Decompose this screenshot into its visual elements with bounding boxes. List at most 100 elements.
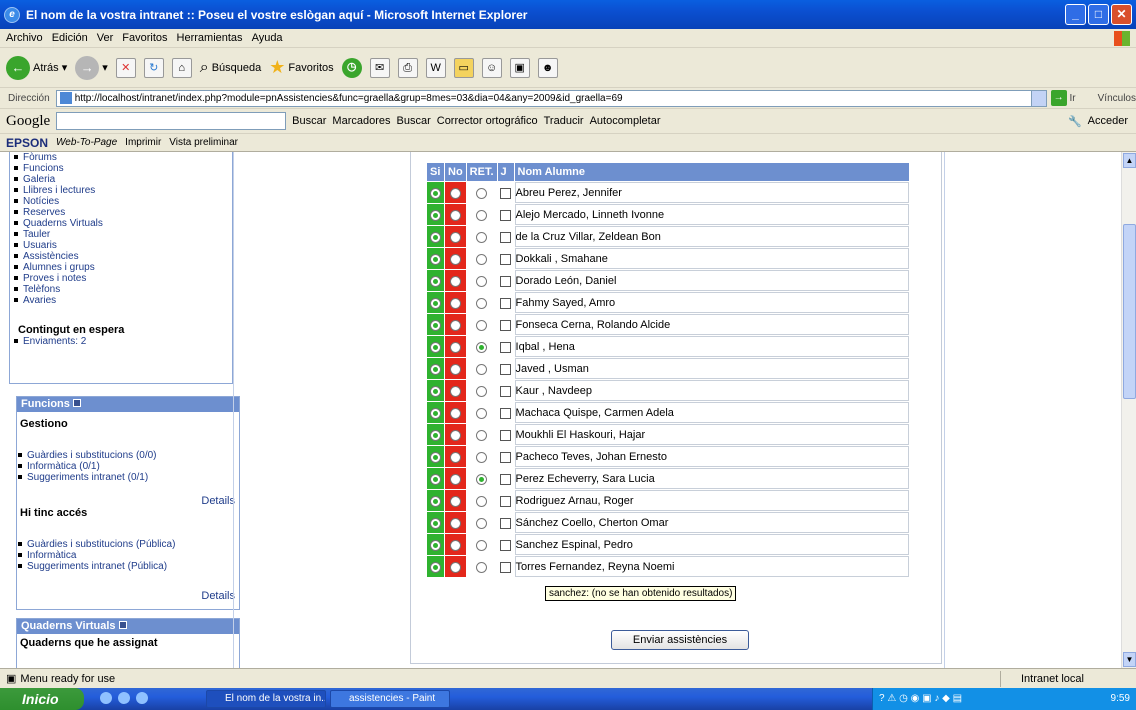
manage-link[interactable]: Suggeriments intranet (0/1) xyxy=(17,472,239,483)
start-button[interactable]: Inicio xyxy=(0,688,84,710)
signin-button[interactable]: Acceder xyxy=(1088,115,1128,127)
late-radio[interactable] xyxy=(467,402,497,423)
messenger-icon[interactable]: ☺ xyxy=(481,57,502,78)
justified-checkbox[interactable] xyxy=(498,534,514,555)
menu-link[interactable]: Tauler xyxy=(13,229,232,240)
justified-checkbox[interactable] xyxy=(498,182,514,203)
justified-checkbox[interactable] xyxy=(498,336,514,357)
absent-radio[interactable] xyxy=(445,358,466,379)
justified-checkbox[interactable] xyxy=(498,490,514,511)
go-arrow-icon[interactable]: → xyxy=(1050,90,1067,106)
autofill-button[interactable]: Autocompletar xyxy=(590,115,661,127)
present-radio[interactable] xyxy=(427,248,444,269)
absent-radio[interactable] xyxy=(445,512,466,533)
tray-icons[interactable]: ? ⚠ ◷ ◉ ▣ ♪ ◆ ▤ xyxy=(879,693,962,704)
present-radio[interactable] xyxy=(427,380,444,401)
wrench-icon[interactable]: 🔧 xyxy=(1068,115,1082,128)
scroll-thumb[interactable] xyxy=(1123,224,1136,399)
minimize-button[interactable]: _ xyxy=(1065,4,1086,25)
home-icon[interactable]: ⌂ xyxy=(171,57,192,78)
absent-radio[interactable] xyxy=(445,424,466,445)
justified-checkbox[interactable] xyxy=(498,358,514,379)
chevron-down-icon[interactable]: ▾ xyxy=(62,61,68,74)
late-radio[interactable] xyxy=(467,490,497,511)
back-button[interactable]: ← Atrás ▾ xyxy=(6,55,68,80)
find-button[interactable]: Buscar xyxy=(397,115,431,127)
quick-launch-icon[interactable] xyxy=(118,692,130,704)
late-radio[interactable] xyxy=(467,446,497,467)
translate-button[interactable]: Traducir xyxy=(544,115,584,127)
justified-checkbox[interactable] xyxy=(498,248,514,269)
justified-checkbox[interactable] xyxy=(498,512,514,533)
justified-checkbox[interactable] xyxy=(498,292,514,313)
absent-radio[interactable] xyxy=(445,204,466,225)
justified-checkbox[interactable] xyxy=(498,402,514,423)
present-radio[interactable] xyxy=(427,204,444,225)
justified-checkbox[interactable] xyxy=(498,468,514,489)
present-radio[interactable] xyxy=(427,336,444,357)
present-radio[interactable] xyxy=(427,270,444,291)
access-link[interactable]: Suggeriments intranet (Pública) xyxy=(17,561,239,572)
justified-checkbox[interactable] xyxy=(498,380,514,401)
present-radio[interactable] xyxy=(427,226,444,247)
justified-checkbox[interactable] xyxy=(498,226,514,247)
close-button[interactable]: ✕ xyxy=(1111,4,1132,25)
late-radio[interactable] xyxy=(467,292,497,313)
maximize-button[interactable]: □ xyxy=(1088,4,1109,25)
menu-link[interactable]: Avaries xyxy=(13,295,232,306)
late-radio[interactable] xyxy=(467,270,497,291)
absent-radio[interactable] xyxy=(445,402,466,423)
late-radio[interactable] xyxy=(467,358,497,379)
chevron-down-icon[interactable] xyxy=(1030,90,1046,106)
details-link[interactable]: Details xyxy=(17,590,239,602)
present-radio[interactable] xyxy=(427,402,444,423)
justified-checkbox[interactable] xyxy=(498,204,514,225)
forward-button[interactable]: → ▾ xyxy=(75,55,108,80)
present-radio[interactable] xyxy=(427,314,444,335)
late-radio[interactable] xyxy=(467,424,497,445)
research-icon[interactable]: ▣ xyxy=(509,57,530,78)
menu-link[interactable]: Galeria xyxy=(13,174,232,185)
taskbar-item-ie[interactable]: El nom de la vostra in... xyxy=(206,690,326,708)
late-radio[interactable] xyxy=(467,556,497,577)
quick-launch-icon[interactable] xyxy=(136,692,148,704)
justified-checkbox[interactable] xyxy=(498,446,514,467)
late-radio[interactable] xyxy=(467,380,497,401)
absent-radio[interactable] xyxy=(445,248,466,269)
present-radio[interactable] xyxy=(427,424,444,445)
address-input[interactable]: http://localhost/intranet/index.php?modu… xyxy=(55,89,1047,107)
absent-radio[interactable] xyxy=(445,468,466,489)
manage-link[interactable]: Guàrdies i substitucions (0/0) xyxy=(17,450,239,461)
collapse-icon[interactable] xyxy=(118,621,127,629)
preview-button[interactable]: Vista preliminar xyxy=(169,137,238,148)
menu-link[interactable]: Quaderns Virtuals xyxy=(13,218,232,229)
late-radio[interactable] xyxy=(467,468,497,489)
folder-icon[interactable]: ▭ xyxy=(453,57,474,78)
manage-link[interactable]: Informàtica (0/1) xyxy=(17,461,239,472)
menu-link[interactable]: Proves i notes xyxy=(13,273,232,284)
vertical-scrollbar[interactable]: ▲ ▼ xyxy=(1121,152,1136,668)
late-radio[interactable] xyxy=(467,336,497,357)
menu-link[interactable]: Llibres i lectures xyxy=(13,185,232,196)
access-link[interactable]: Informàtica xyxy=(17,550,239,561)
menu-archivo[interactable]: Archivo xyxy=(6,32,43,44)
absent-radio[interactable] xyxy=(445,490,466,511)
menu-link[interactable]: Assistències xyxy=(13,251,232,262)
absent-radio[interactable] xyxy=(445,270,466,291)
justified-checkbox[interactable] xyxy=(498,556,514,577)
send-attendance-button[interactable]: Enviar assistències xyxy=(611,630,749,650)
late-radio[interactable] xyxy=(467,248,497,269)
present-radio[interactable] xyxy=(427,182,444,203)
chevron-down-icon[interactable]: ▾ xyxy=(102,61,108,74)
justified-checkbox[interactable] xyxy=(498,270,514,291)
late-radio[interactable] xyxy=(467,226,497,247)
menu-link[interactable]: Reserves xyxy=(13,207,232,218)
present-radio[interactable] xyxy=(427,292,444,313)
justified-checkbox[interactable] xyxy=(498,314,514,335)
spellcheck-button[interactable]: Corrector ortográfico xyxy=(437,115,538,127)
menu-link[interactable]: Notícies xyxy=(13,196,232,207)
mail-icon[interactable]: ✉ xyxy=(369,57,390,78)
menu-favoritos[interactable]: Favoritos xyxy=(122,32,167,44)
absent-radio[interactable] xyxy=(445,556,466,577)
google-search-button[interactable]: Buscar xyxy=(292,115,326,127)
